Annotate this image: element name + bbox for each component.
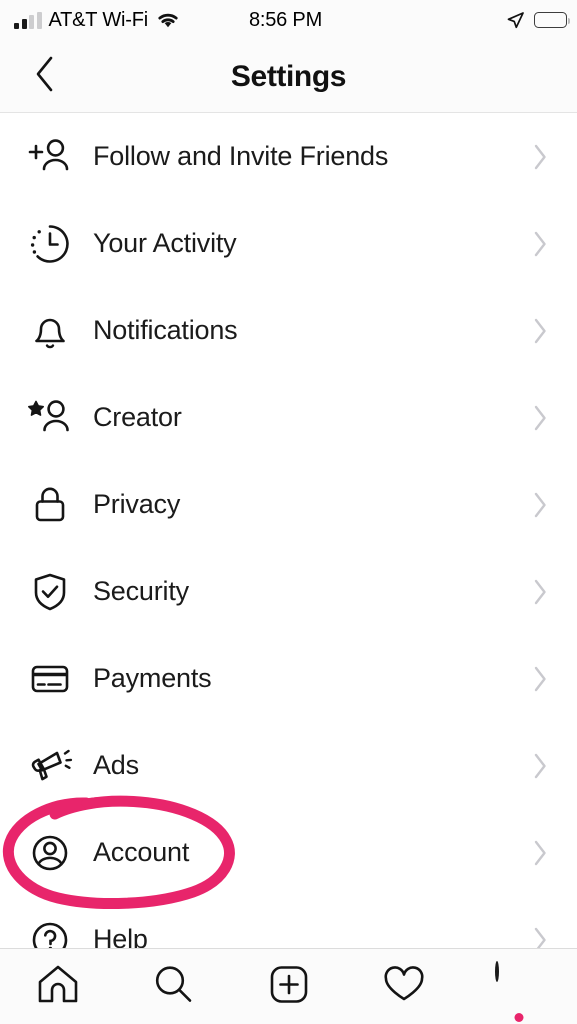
- settings-row-label: Account: [93, 837, 190, 867]
- settings-row-help[interactable]: Help: [0, 896, 577, 948]
- megaphone-icon: [22, 738, 78, 794]
- home-icon: [35, 961, 81, 1012]
- settings-row-label: Notifications: [93, 315, 238, 345]
- status-bar-clock: 8:56 PM: [248, 8, 323, 31]
- instagram-settings-screen: AT&T Wi-Fi 8:56 PM Settings Follow and I…: [0, 0, 577, 1024]
- settings-row-label: Your Activity: [93, 228, 237, 258]
- tab-search[interactable]: [115, 949, 230, 1024]
- lock-icon: [22, 477, 78, 533]
- profile-notification-dot: [514, 1012, 524, 1022]
- plus-square-icon: [266, 961, 312, 1012]
- settings-row-label: Payments: [93, 663, 212, 693]
- chevron-right-icon: [533, 405, 547, 431]
- chevron-right-icon: [533, 318, 547, 344]
- settings-row-follow-and-invite-friends[interactable]: Follow and Invite Friends: [0, 113, 577, 200]
- settings-row-label: Follow and Invite Friends: [93, 141, 389, 171]
- settings-row-security[interactable]: Security: [0, 548, 577, 635]
- chevron-right-icon: [533, 144, 547, 170]
- profile-avatar-icon: [495, 960, 543, 1022]
- bell-icon: [22, 303, 78, 359]
- bottom-tab-bar[interactable]: [0, 948, 577, 1024]
- settings-row-creator[interactable]: Creator: [0, 374, 577, 461]
- credit-card-icon: [22, 651, 78, 707]
- status-bar: AT&T Wi-Fi 8:56 PM: [0, 0, 577, 40]
- settings-list[interactable]: Follow and Invite Friends Your Activity: [0, 113, 577, 948]
- settings-row-label: Help: [93, 924, 148, 948]
- navigation-header: Settings: [0, 40, 577, 113]
- settings-row-your-activity[interactable]: Your Activity: [0, 200, 577, 287]
- settings-row-privacy[interactable]: Privacy: [0, 461, 577, 548]
- question-circle-icon: [22, 912, 78, 948]
- tab-create[interactable]: [231, 949, 346, 1024]
- chevron-right-icon: [533, 492, 547, 518]
- avatar: [495, 960, 500, 982]
- chevron-right-icon: [533, 579, 547, 605]
- settings-row-ads[interactable]: Ads: [0, 722, 577, 809]
- tab-profile[interactable]: [462, 949, 577, 1024]
- chevron-right-icon: [533, 927, 547, 948]
- search-icon: [150, 961, 196, 1012]
- settings-row-label: Creator: [93, 402, 182, 432]
- chevron-right-icon: [533, 753, 547, 779]
- settings-row-label: Privacy: [93, 489, 181, 519]
- tab-home[interactable]: [0, 949, 115, 1024]
- clock-activity-icon: [22, 216, 78, 272]
- heart-icon: [381, 961, 427, 1012]
- location-arrow-icon: [506, 11, 525, 30]
- settings-row-account[interactable]: Account: [0, 809, 577, 896]
- settings-row-label: Security: [93, 576, 189, 606]
- settings-row-notifications[interactable]: Notifications: [0, 287, 577, 374]
- chevron-right-icon: [533, 231, 547, 257]
- battery-icon: [534, 12, 570, 28]
- chevron-right-icon: [533, 840, 547, 866]
- page-title: Settings: [230, 59, 347, 93]
- star-person-icon: [22, 390, 78, 446]
- shield-check-icon: [22, 564, 78, 620]
- tab-activity[interactable]: [346, 949, 461, 1024]
- add-person-icon: [22, 129, 78, 185]
- chevron-right-icon: [533, 666, 547, 692]
- settings-row-label: Ads: [93, 750, 139, 780]
- account-circle-icon: [22, 825, 78, 881]
- settings-row-payments[interactable]: Payments: [0, 635, 577, 722]
- status-bar-right: [506, 0, 570, 40]
